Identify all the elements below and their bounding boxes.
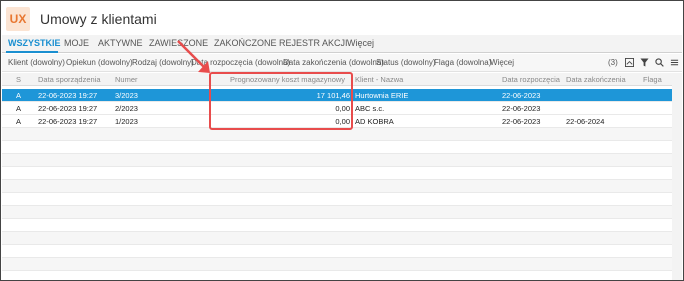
filter-klient[interactable]: Klient (dowolny) — [8, 58, 65, 67]
title-bar: UX Umowy z klientami — [2, 2, 682, 35]
search-icon[interactable] — [653, 56, 665, 68]
active-tab-indicator — [6, 51, 58, 53]
cell-s: A — [16, 117, 22, 126]
cell-cost: 0,00 — [335, 117, 350, 126]
record-count: (3) — [608, 58, 618, 67]
menu-icon[interactable] — [668, 56, 680, 68]
tab-aktywne[interactable]: AKTYWNE — [98, 38, 143, 48]
cell-cost: 0,00 — [335, 104, 350, 113]
cell-client: AD KOBRA — [355, 117, 394, 126]
cell-date: 22-06-2023 19:27 — [38, 91, 98, 100]
empty-row — [2, 206, 672, 219]
window: UX Umowy z klientami WSZYSTKIE MOJE AKTY… — [0, 0, 684, 281]
col-flaga[interactable]: Flaga — [643, 75, 662, 84]
filter-icon[interactable] — [638, 56, 650, 68]
empty-row — [2, 193, 672, 206]
filter-rodzaj[interactable]: Rodzaj (dowolny) — [132, 58, 194, 67]
col-prognozowany-koszt[interactable]: Prognozowany koszt magazynowy — [230, 75, 345, 84]
empty-row — [2, 154, 672, 167]
cell-client: ABC s.c. — [355, 104, 385, 113]
table-row[interactable]: A 22-06-2023 19:27 1/2023 0,00 AD KOBRA … — [2, 115, 672, 128]
filter-wiecej[interactable]: Więcej — [490, 58, 514, 67]
col-data-rozpoczecia[interactable]: Data rozpoczęcia — [502, 75, 560, 84]
empty-row — [2, 219, 672, 232]
empty-row — [2, 180, 672, 193]
filter-flaga[interactable]: Flaga (dowolna) — [434, 58, 491, 67]
cell-number: 1/2023 — [115, 117, 138, 126]
cell-start: 22-06-2023 — [502, 104, 541, 113]
table-row[interactable]: A 22-06-2023 19:27 2/2023 0,00 ABC s.c. … — [2, 102, 672, 115]
tab-rejestr-akcji[interactable]: REJESTR AKCJI — [279, 38, 348, 48]
col-data-zakonczenia[interactable]: Data zakończenia — [566, 75, 626, 84]
page-title: Umowy z klientami — [40, 11, 157, 27]
tab-zawieszone[interactable]: ZAWIESZONE — [149, 38, 208, 48]
export-icon[interactable] — [623, 56, 635, 68]
empty-row — [2, 245, 672, 258]
app-logo: UX — [6, 7, 30, 31]
tab-moje[interactable]: MOJE — [64, 38, 89, 48]
tab-bar: WSZYSTKIE MOJE AKTYWNE ZAWIESZONE ZAKOŃC… — [2, 35, 682, 53]
table-row[interactable]: A 22-06-2023 19:27 3/2023 17 101,46 Hurt… — [2, 89, 672, 102]
col-s[interactable]: S — [16, 75, 21, 84]
cell-s: A — [16, 91, 22, 100]
tab-wiecej[interactable]: Więcej — [347, 38, 374, 48]
empty-row — [2, 167, 672, 180]
cell-date: 22-06-2023 19:27 — [38, 117, 98, 126]
filter-bar: Klient (dowolny) Opiekun (dowolny) Rodza… — [2, 54, 682, 72]
vertical-scrollbar[interactable] — [672, 73, 682, 280]
tab-wszystkie[interactable]: WSZYSTKIE — [8, 38, 61, 48]
cell-end: 22-06-2024 — [566, 117, 605, 126]
cell-number: 2/2023 — [115, 104, 138, 113]
cell-start: 22-06-2023 — [502, 91, 541, 100]
cell-start: 22-06-2023 — [502, 117, 541, 126]
cell-client: Hurtownia ERIE — [355, 91, 409, 100]
col-data-sporzadzenia[interactable]: Data sporządzenia — [38, 75, 101, 84]
tab-zakonczone[interactable]: ZAKOŃCZONE — [214, 38, 277, 48]
filter-data-rozpoczecia[interactable]: Data rozpoczęcia (dowolna) — [191, 58, 290, 67]
empty-row — [2, 128, 672, 141]
col-numer[interactable]: Numer — [115, 75, 138, 84]
empty-row — [2, 232, 672, 245]
col-klient-nazwa[interactable]: Klient - Nazwa — [355, 75, 403, 84]
empty-row — [2, 141, 672, 154]
cell-date: 22-06-2023 19:27 — [38, 104, 98, 113]
cell-s: A — [16, 104, 22, 113]
filter-data-zakonczenia[interactable]: Data zakończenia (dowolna) — [283, 58, 384, 67]
cell-cost: 17 101,46 — [316, 91, 350, 100]
filter-status[interactable]: Status (dowolny) — [376, 58, 436, 67]
filter-opiekun[interactable]: Opiekun (dowolny) — [66, 58, 133, 67]
table-header: S Data sporządzenia Numer Prognozowany k… — [2, 73, 672, 86]
empty-row — [2, 258, 672, 271]
cell-number: 3/2023 — [115, 91, 138, 100]
